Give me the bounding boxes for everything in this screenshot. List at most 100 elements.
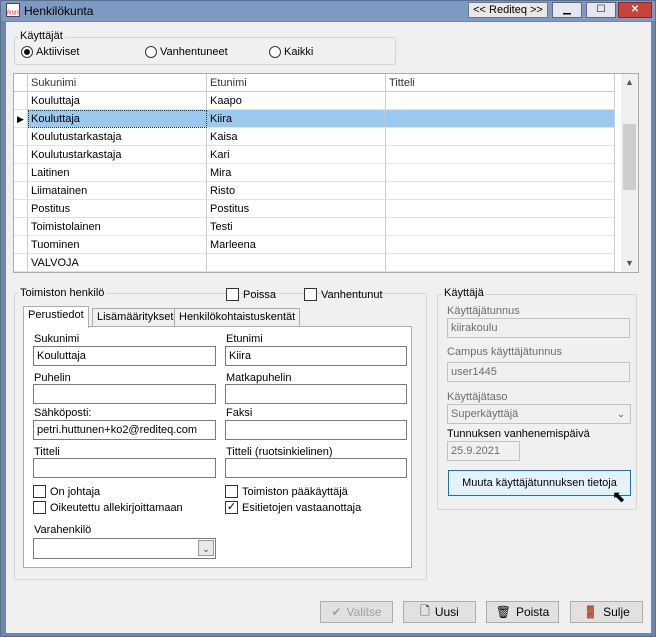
- table-row[interactable]: Koulutustarkastaja Kari: [14, 146, 615, 164]
- row-indicator: [14, 200, 28, 218]
- scroll-down-icon[interactable]: ▼: [621, 255, 638, 272]
- grid-cell-surname[interactable]: Toimistolainen: [28, 218, 207, 236]
- table-row[interactable]: Postitus Postitus: [14, 200, 615, 218]
- firstname-label: Etunimi: [226, 333, 263, 345]
- rediteq-button[interactable]: << Rediteq >>: [468, 2, 548, 18]
- title-label: Titteli: [34, 446, 60, 458]
- grid-cell-firstname[interactable]: Postitus: [207, 200, 386, 218]
- change-user-account-button[interactable]: Muuta käyttäjätunnuksen tietoja: [448, 470, 631, 496]
- tab-basic-info[interactable]: Perustiedot: [23, 306, 89, 328]
- grid-cell-firstname[interactable]: Kari: [207, 146, 386, 164]
- fax-field[interactable]: [225, 420, 407, 440]
- grid-cell-title[interactable]: [386, 92, 615, 110]
- mobile-field[interactable]: [225, 384, 407, 404]
- grid-cell-surname[interactable]: Tuominen: [28, 236, 207, 254]
- email-label: Sähköposti:: [34, 407, 92, 419]
- office-admin-checkbox[interactable]: Toimiston pääkäyttäjä: [225, 485, 348, 498]
- office-person-legend: Toimiston henkilö: [18, 287, 107, 299]
- table-row[interactable]: VALVOJA: [14, 254, 615, 272]
- user-level-select: Superkäyttäjä ⌄: [447, 404, 631, 424]
- tab-personal-fields[interactable]: Henkilökohtaistuskentät: [174, 308, 301, 327]
- radio-expired[interactable]: Vanhentuneet: [145, 46, 228, 58]
- mobile-label: Matkapuhelin: [226, 372, 292, 384]
- grid-cell-surname[interactable]: Kouluttaja: [28, 92, 207, 110]
- minimize-button[interactable]: ▁: [552, 2, 582, 18]
- close-window-button[interactable]: ✕: [618, 2, 652, 18]
- column-header-title[interactable]: Titteli: [386, 74, 615, 92]
- deputy-label: Varahenkilö: [34, 524, 92, 536]
- phone-field[interactable]: [33, 384, 216, 404]
- table-row[interactable]: Kouluttaja Kaapo: [14, 92, 615, 110]
- office-admin-box: [225, 485, 238, 498]
- grid-cell-title[interactable]: [386, 254, 615, 272]
- grid-cell-title[interactable]: [386, 164, 615, 182]
- column-header-firstname[interactable]: Etunimi: [207, 74, 386, 92]
- is-manager-label: On johtaja: [50, 485, 101, 498]
- can-sign-checkbox[interactable]: Oikeutettu allekirjoittamaan: [33, 501, 183, 514]
- new-button-label: Uusi: [434, 605, 459, 619]
- staff-grid[interactable]: Sukunimi Etunimi Titteli Kouluttaja Kaapo…: [13, 73, 639, 273]
- grid-cell-surname[interactable]: Liimatainen: [28, 182, 207, 200]
- delete-button[interactable]: 🗑 Poista: [486, 601, 559, 623]
- is-manager-checkbox[interactable]: On johtaja: [33, 485, 100, 498]
- grid-cell-firstname[interactable]: Risto: [207, 182, 386, 200]
- deputy-select[interactable]: ⌄: [33, 538, 216, 559]
- close-button[interactable]: 🚪 Sulje: [570, 601, 643, 623]
- grid-cell-firstname[interactable]: Mira: [207, 164, 386, 182]
- grid-cell-title[interactable]: [386, 218, 615, 236]
- grid-cell-firstname[interactable]: Testi: [207, 218, 386, 236]
- radio-all[interactable]: Kaikki: [269, 46, 313, 58]
- maximize-button[interactable]: ☐: [586, 2, 616, 18]
- grid-cell-title[interactable]: [386, 182, 615, 200]
- surname-field[interactable]: Kouluttaja: [33, 346, 216, 366]
- can-sign-box: [33, 501, 46, 514]
- expired-checkbox[interactable]: Vanhentunut: [304, 288, 383, 301]
- tab-additional-settings[interactable]: Lisämääritykset: [92, 308, 179, 327]
- grid-cell-surname[interactable]: VALVOJA: [28, 254, 207, 272]
- new-button[interactable]: 🗋 Uusi: [403, 601, 476, 623]
- scroll-up-icon[interactable]: ▲: [621, 74, 638, 91]
- firstname-field[interactable]: Kiira: [225, 346, 407, 366]
- chevron-down-icon[interactable]: ⌄: [198, 540, 214, 556]
- table-row[interactable]: Laitinen Mira: [14, 164, 615, 182]
- grid-cell-surname[interactable]: Laitinen: [28, 164, 207, 182]
- table-row[interactable]: ▶ Kouluttaja Kiira: [14, 110, 615, 128]
- grid-cell-firstname[interactable]: Marleena: [207, 236, 386, 254]
- title-bar[interactable]: RMS Henkilökunta << Rediteq >> ▁ ☐ ✕: [1, 1, 655, 21]
- grid-cell-surname[interactable]: Koulutustarkastaja: [28, 146, 207, 164]
- grid-cell-surname[interactable]: Kouluttaja: [28, 110, 207, 128]
- title-field[interactable]: [33, 458, 216, 478]
- delete-button-label: Poista: [515, 605, 550, 619]
- grid-cell-title[interactable]: [386, 110, 615, 128]
- table-row[interactable]: Liimatainen Risto: [14, 182, 615, 200]
- grid-cell-title[interactable]: [386, 146, 615, 164]
- column-header-surname[interactable]: Sukunimi: [28, 74, 207, 92]
- grid-cell-firstname[interactable]: Kaisa: [207, 128, 386, 146]
- table-row[interactable]: Tuominen Marleena: [14, 236, 615, 254]
- grid-cell-title[interactable]: [386, 200, 615, 218]
- scroll-thumb[interactable]: [623, 124, 636, 190]
- title-sv-field[interactable]: [225, 458, 407, 478]
- expiry-date-label: Tunnuksen vanhenemispäivä: [447, 428, 590, 440]
- email-field[interactable]: petri.huttunen+ko2@rediteq.com: [33, 420, 216, 440]
- grid-cell-firstname[interactable]: [207, 254, 386, 272]
- absent-checkbox[interactable]: Poissa: [226, 288, 276, 301]
- table-row[interactable]: Koulutustarkastaja Kaisa: [14, 128, 615, 146]
- expiry-date-field: 25.9.2021: [447, 441, 520, 461]
- grid-cell-firstname[interactable]: Kaapo: [207, 92, 386, 110]
- user-level-label: Käyttäjätaso: [447, 391, 508, 403]
- presenter-checkbox[interactable]: ✓ Esitietojen vastaanottaja: [225, 501, 361, 514]
- grid-cell-title[interactable]: [386, 128, 615, 146]
- grid-cell-title[interactable]: [386, 236, 615, 254]
- grid-vertical-scrollbar[interactable]: ▲ ▼: [621, 74, 638, 272]
- checkmark-icon: ✓: [225, 501, 238, 514]
- select-button: ✔ Valitse: [320, 601, 393, 623]
- grid-cell-surname[interactable]: Postitus: [28, 200, 207, 218]
- table-row[interactable]: Toimistolainen Testi: [14, 218, 615, 236]
- row-indicator: [14, 146, 28, 164]
- row-indicator: [14, 218, 28, 236]
- row-indicator: [14, 236, 28, 254]
- grid-cell-firstname[interactable]: Kiira: [207, 110, 386, 128]
- grid-cell-surname[interactable]: Koulutustarkastaja: [28, 128, 207, 146]
- radio-active[interactable]: Aktiiviset: [21, 46, 79, 58]
